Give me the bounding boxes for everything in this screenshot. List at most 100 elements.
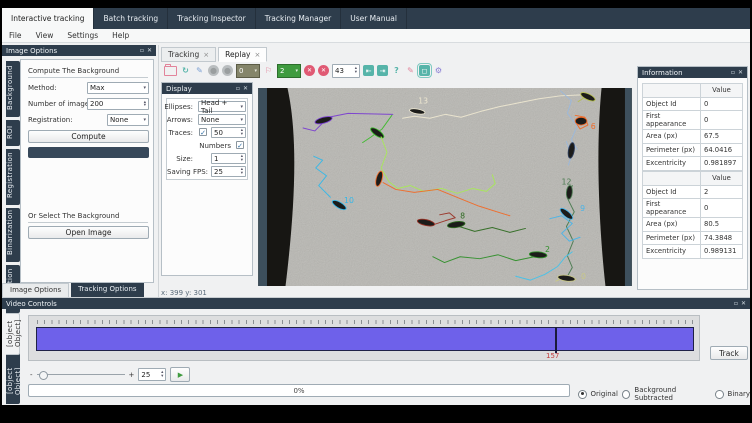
timeline-widget[interactable]: 157 [28,315,700,361]
delete-track-icon[interactable]: ✕ [318,65,329,76]
cursor-position-status: x: 399 y: 301 [161,289,207,297]
display-fields-box: Ellipses: Head + Tail ▾ Arrows: None ▾ T… [166,98,248,180]
overlay-toggle-icon[interactable]: ◻ [419,65,430,76]
size-spinbox[interactable]: 1 ▴▾ [211,153,246,164]
spinner-arrows-icon[interactable]: ▴▾ [144,101,146,107]
faster-label[interactable]: + [129,371,135,379]
tab-interactive-tracking[interactable]: Interactive tracking [2,8,94,29]
display-panel: Display ▫ ✕ Ellipses: Head + Tail ▾ Arro… [161,82,253,276]
radio-binary-label[interactable]: Binary [728,390,750,398]
object-a-select[interactable]: 0 ▾ [236,64,260,78]
compute-button[interactable]: Compute [28,130,149,143]
next-occlusion-icon[interactable]: ⇥ [377,65,388,76]
info-row: Excentricity0.981897 [643,157,743,171]
info-value: 0 [701,111,743,130]
tracking-progressbar: 0% [28,384,570,397]
registration-select[interactable]: None ▾ [107,114,149,126]
num-images-label: Number of images: [28,100,95,108]
timeline-range-bar[interactable] [36,327,694,351]
object-id-label: 13 [418,97,428,106]
fps-spinbox[interactable]: 25 ▴▾ [138,368,166,381]
spinner-arrows-icon[interactable]: ▴▾ [355,67,357,73]
chevron-down-icon: ▾ [240,104,243,110]
menu-file[interactable]: File [2,31,29,40]
float-icon[interactable]: ▫ [140,47,144,54]
radio-original[interactable] [578,390,587,399]
tab-batch-tracking[interactable]: Batch tracking [94,8,168,29]
spinner-arrows-icon[interactable]: ▴▾ [241,155,243,161]
float-icon[interactable]: ▫ [731,69,735,76]
reload-icon[interactable]: ↻ [180,65,191,76]
close-icon[interactable]: ✕ [738,69,743,76]
radio-original-label[interactable]: Original [591,390,618,398]
replay-toolbar: ↻ ✎ ● ● 0 ▾ ⚐ 2 ▾ ✕ ✕ 43 ▴▾ ⇤ ⇥ ? ✎ ◻ [164,64,444,77]
spinner-arrows-icon[interactable]: ▴▾ [161,371,163,377]
timeline-cursor[interactable] [555,327,557,353]
play-button[interactable]: ▶ [170,367,190,382]
help-icon[interactable]: ? [391,65,402,76]
object-b-select[interactable]: 2 ▾ [277,64,301,78]
radio-background-subtracted[interactable] [622,390,631,399]
video-controls-dock: Video Controls ▫ ✕ [object Object] [obje… [2,297,750,405]
tab-user-manual[interactable]: User Manual [341,8,407,29]
settings-wrench-icon[interactable]: ⚙ [433,65,444,76]
side-tab-binarization[interactable]: Binarization [6,208,20,262]
menu-view[interactable]: View [29,31,61,40]
video-frame-view[interactable]: 13612908210 [255,88,635,286]
float-icon[interactable]: ▫ [236,85,240,92]
doc-tab-tracking[interactable]: Tracking × [161,47,216,62]
tab-close-icon[interactable]: × [254,51,260,59]
prev-occlusion-icon[interactable]: ⇤ [363,65,374,76]
value-header: Value [701,84,743,98]
spinner-arrows-icon[interactable]: ▴▾ [241,168,243,174]
arrows-select[interactable]: None ▾ [198,114,246,125]
open-image-button[interactable]: Open Image [28,226,149,239]
traces-checkbox[interactable]: ✓ [199,128,207,136]
speed-slider[interactable] [37,374,125,375]
radio-background-subtracted-label[interactable]: Background Subtracted [634,386,711,402]
delete-object-icon[interactable]: ✕ [304,65,315,76]
track-button[interactable]: Track [710,346,748,360]
spinner-arrows-icon[interactable]: ▴▾ [241,129,243,135]
menu-help[interactable]: Help [105,31,136,40]
info-row: Excentricity0.989131 [643,245,743,259]
side-tab-roi[interactable]: ROI [6,120,20,146]
float-icon[interactable]: ▫ [734,300,738,307]
slower-label[interactable]: - [30,371,33,379]
swap-flag-icon[interactable]: ⚐ [263,65,274,76]
close-icon[interactable]: ✕ [147,47,152,54]
info-label: Area (px) [643,130,701,144]
method-select[interactable]: Max ▾ [87,82,149,94]
tab-tracking-manager[interactable]: Tracking Manager [256,8,341,29]
side-tab-control[interactable]: [object Object] [6,313,20,355]
info-value: 80.5 [701,218,743,232]
saving-fps-spinbox[interactable]: 25 ▴▾ [211,166,246,177]
side-tab-information[interactable]: [object Object] [6,358,20,404]
dock-tab-tracking-options[interactable]: Tracking Options [71,283,143,298]
open-folder-icon[interactable] [164,66,177,76]
annotation-pencil-icon[interactable]: ✎ [405,65,416,76]
tab-tracking-inspector[interactable]: Tracking Inspector [168,8,256,29]
side-tab-background[interactable]: Background [6,61,20,117]
info-value: 0.981897 [701,157,743,171]
close-icon[interactable]: ✕ [741,300,746,307]
export-video-icon[interactable]: ✎ [194,65,205,76]
close-icon[interactable]: ✕ [243,85,248,92]
chevron-down-icon: ▾ [143,85,146,91]
menu-settings[interactable]: Settings [60,31,105,40]
traces-spinbox[interactable]: 50 ▴▾ [211,127,246,138]
info-label: Object Id [643,185,701,199]
slider-handle-icon[interactable] [39,371,48,380]
frame-spinbox[interactable]: 43 ▴▾ [332,64,360,78]
doc-tab-replay[interactable]: Replay × [218,47,267,62]
radio-binary[interactable] [715,390,724,399]
dock-tab-image-options[interactable]: Image Options [2,283,69,298]
tab-close-icon[interactable]: × [203,51,209,59]
numbers-checkbox[interactable]: ✓ [236,141,244,149]
side-tab-registration[interactable]: Registration [6,149,20,205]
info-label: Object Id [643,97,701,111]
num-images-spinbox[interactable]: 200 ▴▾ [87,98,149,110]
dock-tab-bar: Image Options Tracking Options [2,283,158,298]
ellipses-select[interactable]: Head + Tail ▾ [198,101,246,112]
method-label: Method: [28,84,57,92]
